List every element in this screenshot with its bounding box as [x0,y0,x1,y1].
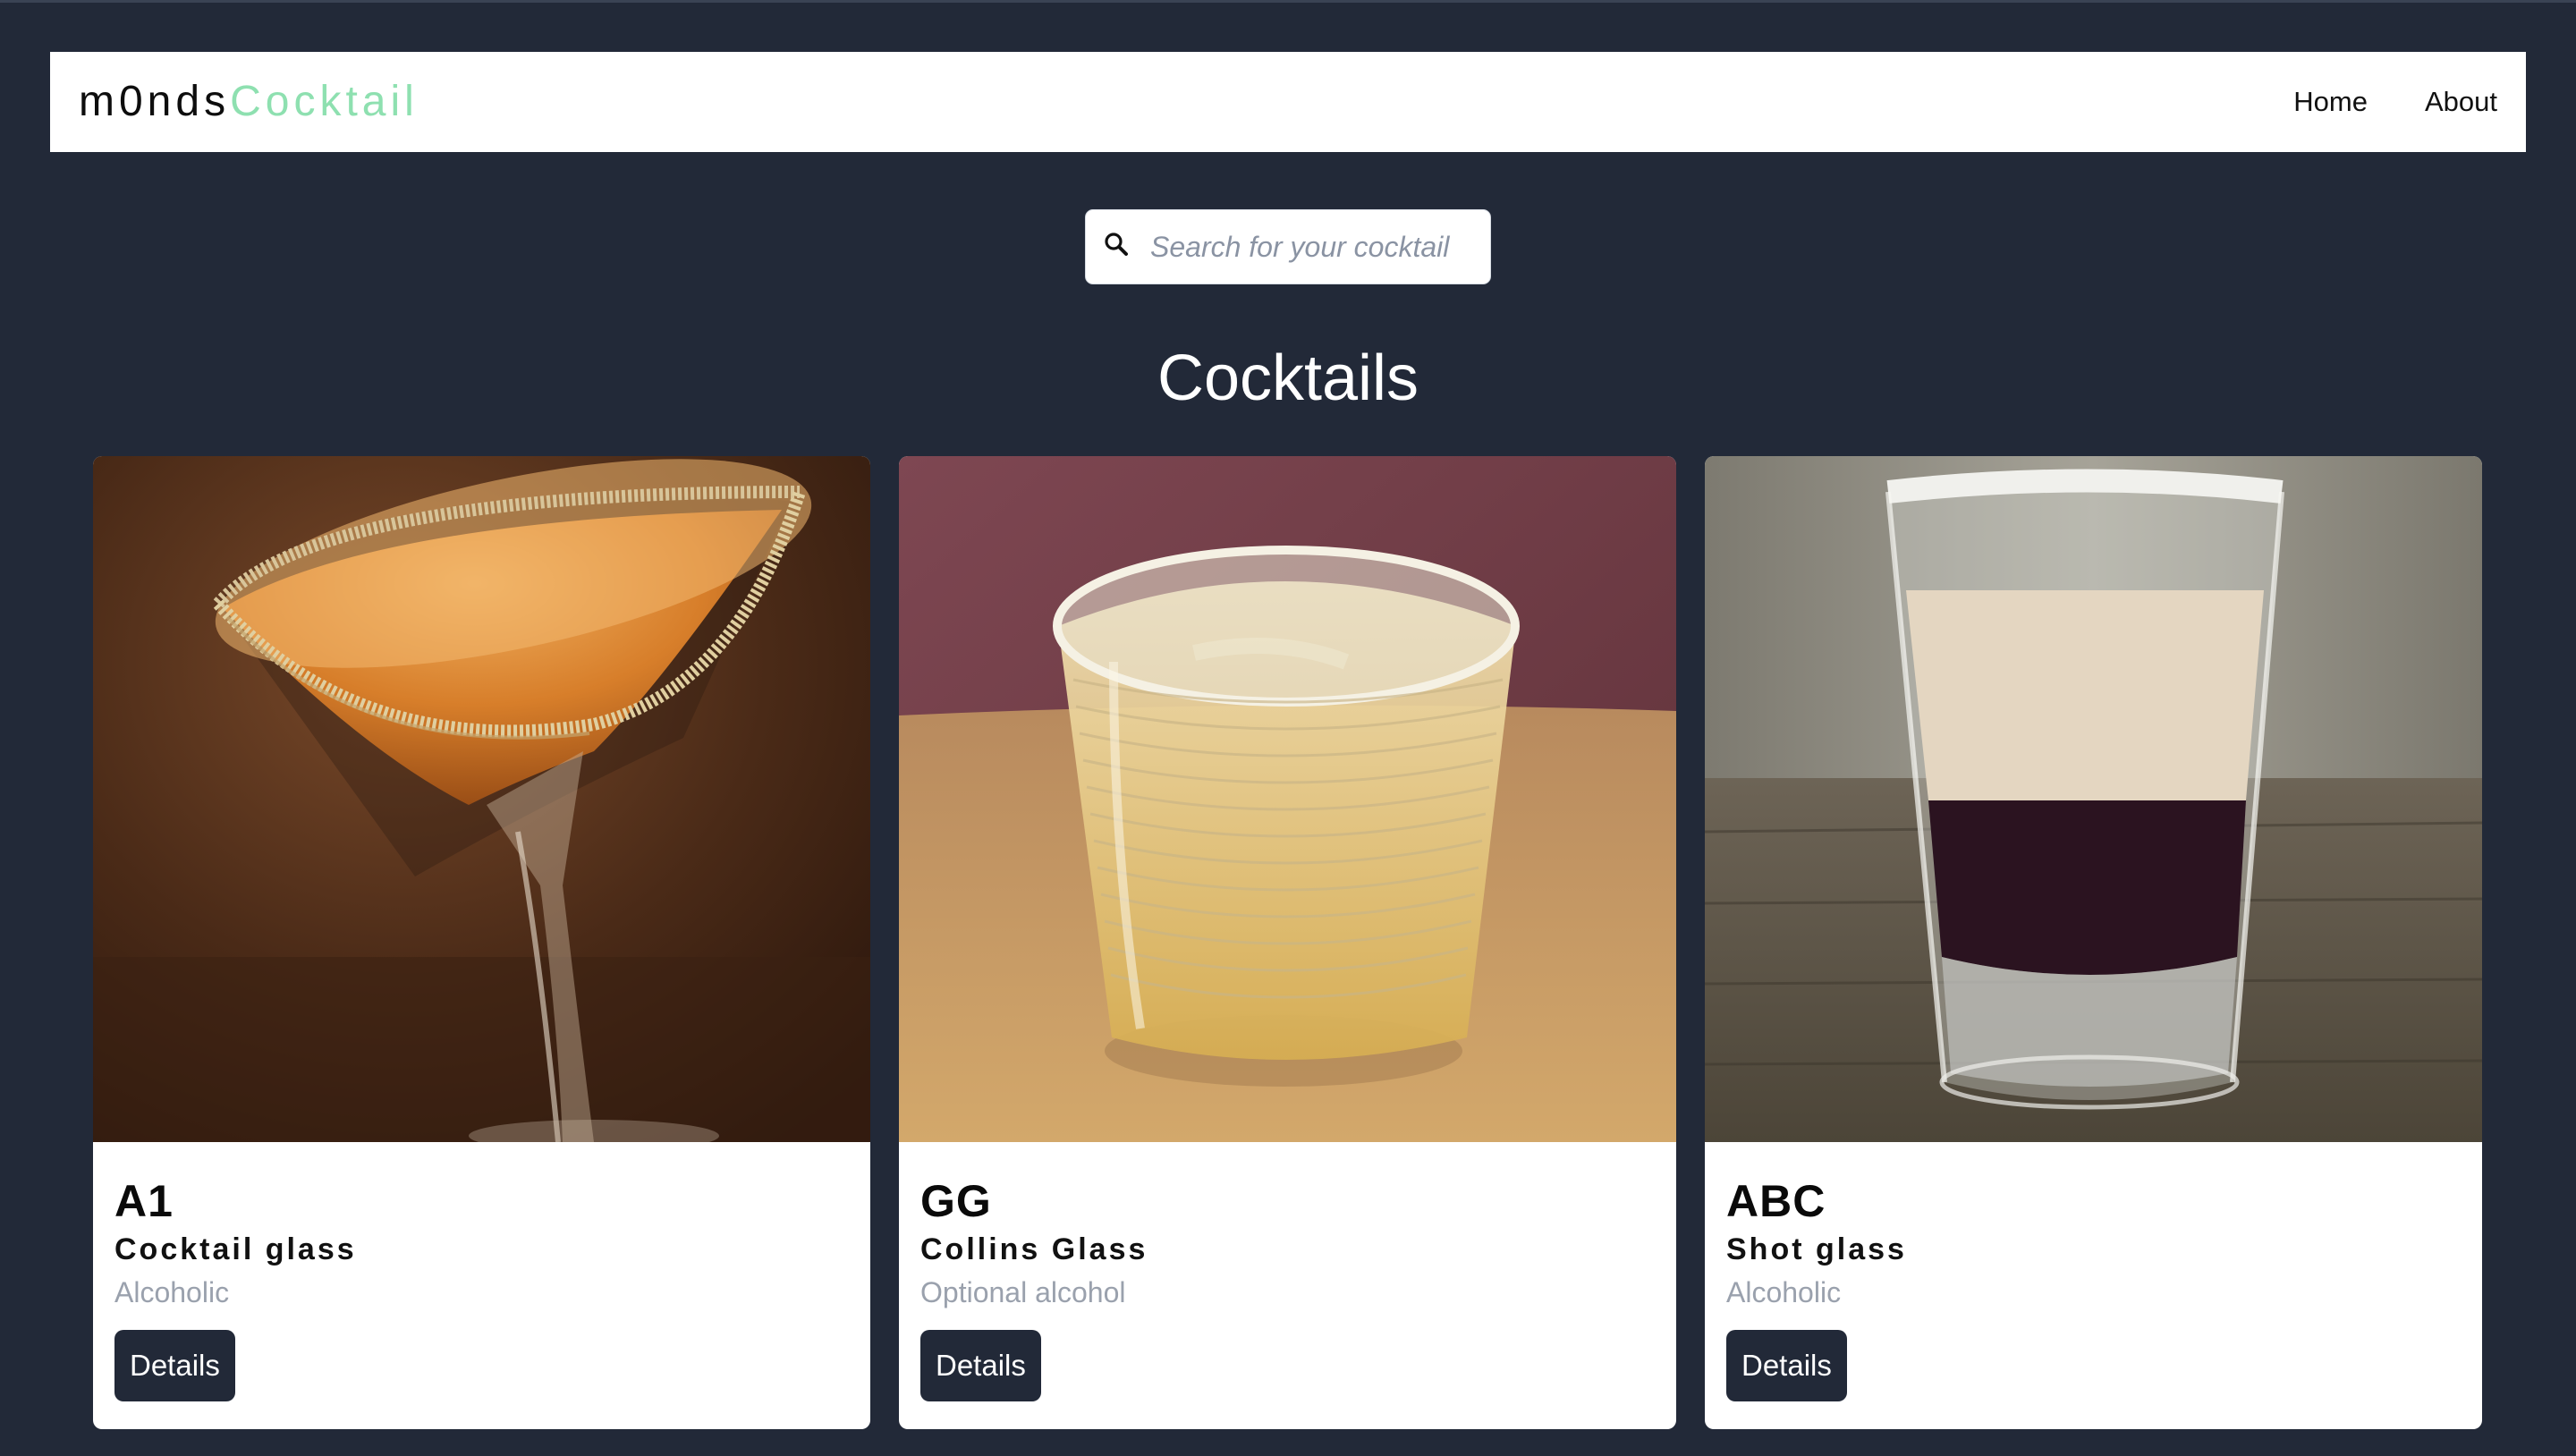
nav-link-about[interactable]: About [2425,86,2497,118]
brand-logo[interactable]: m0ndsCocktail [79,52,419,152]
details-button[interactable]: Details [920,1330,1041,1401]
search-icon [1102,230,1132,260]
cocktail-alcoholic: Alcoholic [114,1276,230,1308]
cocktail-alcoholic: Alcoholic [1726,1276,1842,1308]
details-button[interactable]: Details [1726,1330,1847,1401]
cocktail-glass: Shot glass [1726,1232,1907,1266]
search-input[interactable] [1150,210,1481,284]
brand-name-part1: m0nds [79,78,231,125]
cocktail-image [1705,456,2482,1142]
cocktail-card: ABC Shot glass Alcoholic Details [1705,456,2482,1429]
page-title: Cocktails [1157,343,1419,414]
cocktail-glass: Collins Glass [920,1232,1148,1266]
cocktail-name: ABC [1726,1176,1826,1226]
cocktail-name: A1 [114,1176,174,1226]
cocktail-card: GG Collins Glass Optional alcohol Detail… [899,456,1676,1429]
cocktail-glass: Cocktail glass [114,1232,357,1266]
cocktail-grid: A1 Cocktail glass Alcoholic Details GG C… [93,456,2483,1429]
brand-name-part2: Cocktail [230,78,419,125]
cocktail-image [899,456,1676,1142]
details-button[interactable]: Details [114,1330,235,1401]
search-box [1085,209,1491,284]
cocktail-image [93,456,870,1142]
window-top-border [0,0,2576,3]
cocktail-name: GG [920,1176,992,1226]
nav-link-home[interactable]: Home [2293,86,2368,118]
navbar: m0ndsCocktail Home About [50,52,2526,152]
nav-links: Home About [2293,52,2497,152]
cocktail-card: A1 Cocktail glass Alcoholic Details [93,456,870,1429]
cocktail-alcoholic: Optional alcohol [920,1276,1126,1308]
